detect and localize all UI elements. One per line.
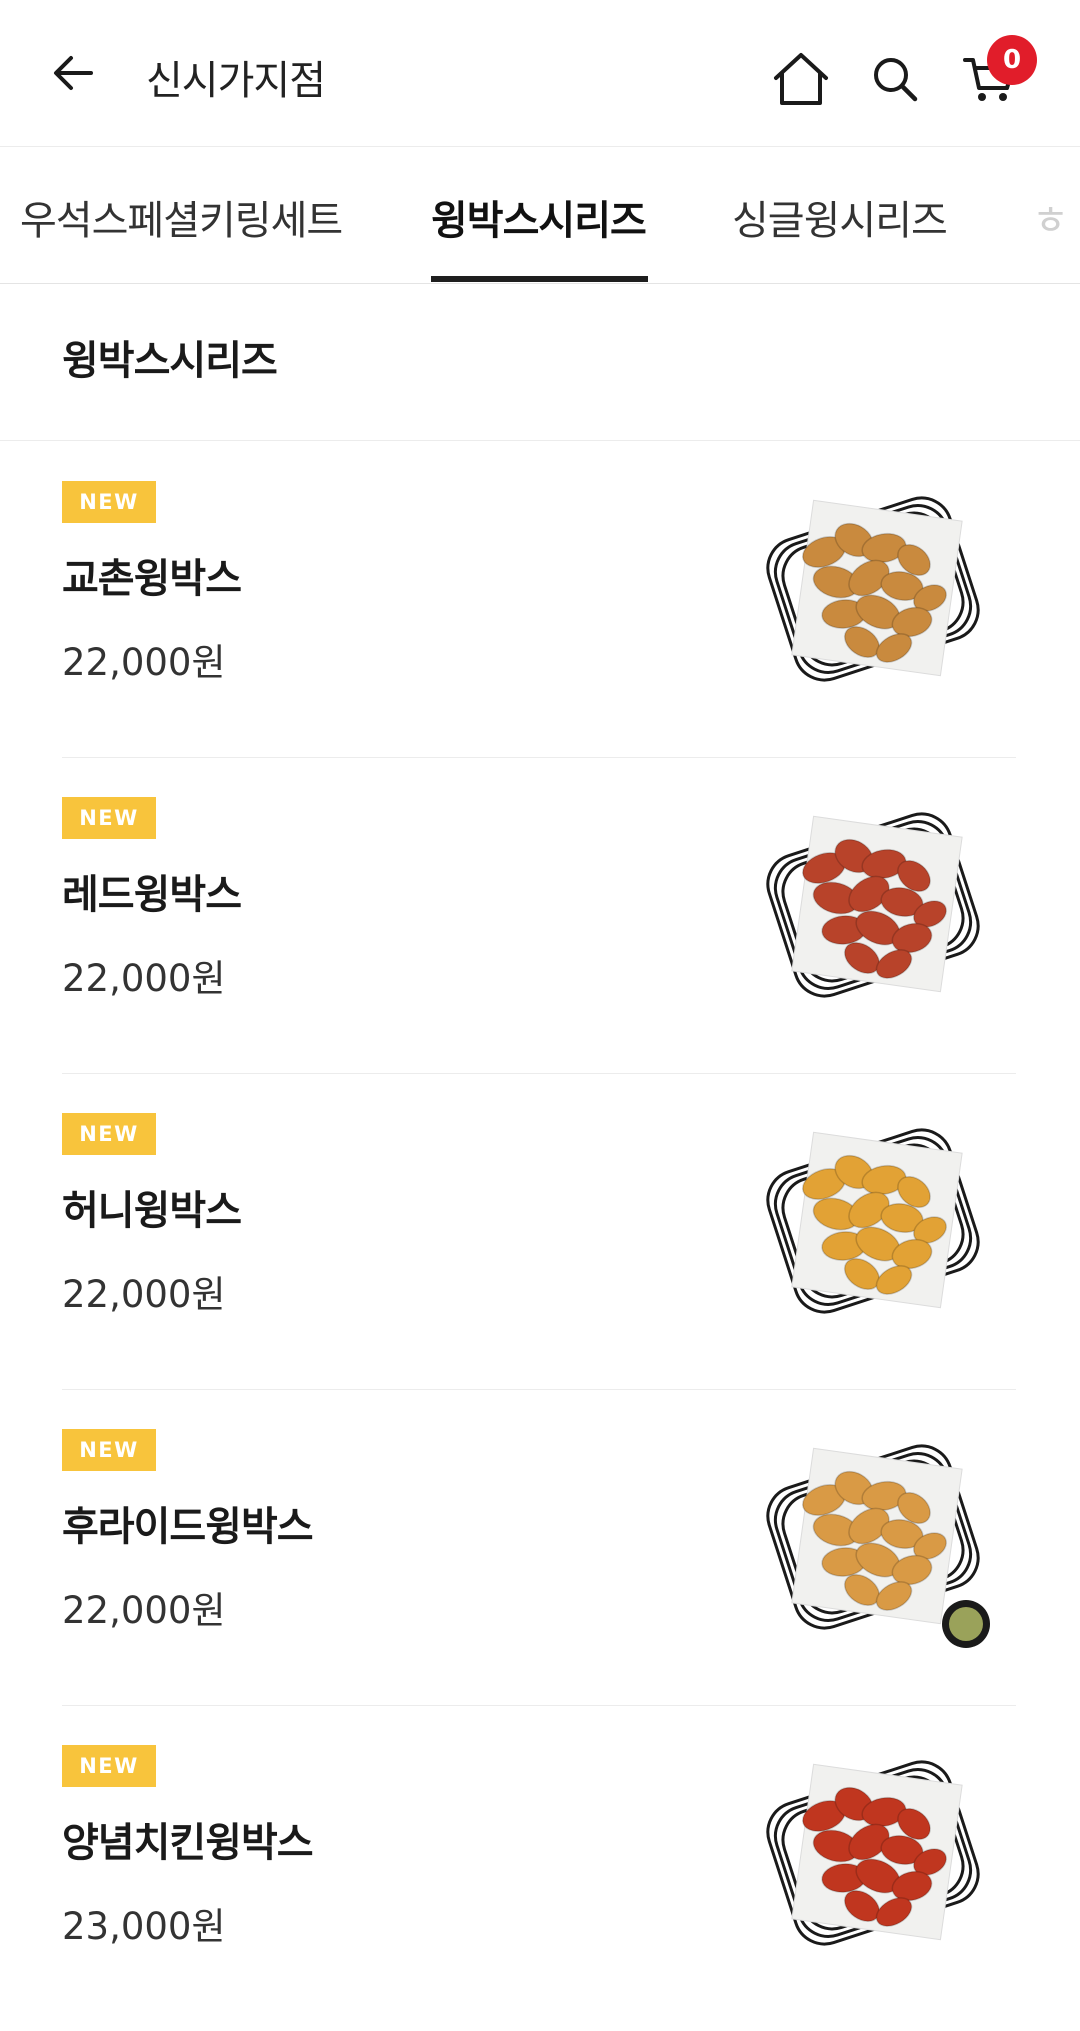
item-name: 레드윙박스 xyxy=(62,872,242,918)
active-tab-indicator xyxy=(431,276,648,282)
search-icon xyxy=(874,58,918,102)
home-icon xyxy=(774,53,828,105)
item-image xyxy=(750,1740,996,1966)
item-price: 22,000원 xyxy=(62,1589,226,1632)
home-button[interactable] xyxy=(766,44,836,114)
item-price: 23,000원 xyxy=(62,1905,226,1948)
arrow-left-icon xyxy=(54,56,93,90)
item-name: 양념치킨윙박스 xyxy=(62,1820,314,1866)
top-app-bar: 신시가지점 0 xyxy=(0,0,1080,147)
item-image xyxy=(750,476,996,702)
item-image xyxy=(750,792,996,1018)
new-badge: NEW xyxy=(62,1429,156,1471)
category-tabs: 우석스페셜키링세트 윙박스시리즈 싱글윙시리즈 ㅎ xyxy=(0,148,1080,284)
menu-item[interactable]: NEW 허니윙박스 22,000원 xyxy=(62,1074,1016,1390)
new-badge: NEW xyxy=(62,481,156,523)
chicken-wing-box-icon xyxy=(766,1444,990,1648)
item-price: 22,000원 xyxy=(62,1273,226,1316)
search-button[interactable] xyxy=(860,44,930,114)
tab-woosuk-special-keyring-set[interactable]: 우석스페셜키링세트 xyxy=(20,188,343,246)
item-image xyxy=(750,1424,996,1650)
chicken-wing-box-icon xyxy=(766,1128,980,1314)
menu-item[interactable]: NEW 교촌윙박스 22,000원 xyxy=(62,442,1016,758)
item-image xyxy=(750,1108,996,1334)
menu-item[interactable]: NEW 후라이드윙박스 22,000원 xyxy=(62,1390,1016,1706)
new-badge: NEW xyxy=(62,797,156,839)
menu-item[interactable]: NEW 양념치킨윙박스 23,000원 xyxy=(62,1706,1016,2022)
item-price: 22,000원 xyxy=(62,641,226,684)
chicken-wing-box-icon xyxy=(766,812,980,998)
back-button[interactable] xyxy=(40,40,106,106)
item-name: 허니윙박스 xyxy=(62,1188,242,1234)
new-badge: NEW xyxy=(62,1745,156,1787)
tab-next-partial[interactable]: ㅎ xyxy=(1032,188,1069,246)
section-title: 윙박스시리즈 xyxy=(62,338,278,384)
menu-item[interactable]: NEW 레드윙박스 22,000원 xyxy=(62,758,1016,1074)
new-badge: NEW xyxy=(62,1113,156,1155)
cart-count-badge: 0 xyxy=(987,35,1037,85)
item-price: 22,000원 xyxy=(62,957,226,1000)
item-name: 교촌윙박스 xyxy=(62,556,242,602)
chicken-wing-box-icon xyxy=(766,496,980,682)
tab-wingbox-series[interactable]: 윙박스시리즈 xyxy=(431,188,647,246)
divider xyxy=(0,440,1080,441)
store-title: 신시가지점 xyxy=(146,58,326,104)
tab-single-wing-series[interactable]: 싱글윙시리즈 xyxy=(732,188,948,246)
item-name: 후라이드윙박스 xyxy=(62,1504,314,1550)
chicken-wing-box-icon xyxy=(766,1760,980,1946)
